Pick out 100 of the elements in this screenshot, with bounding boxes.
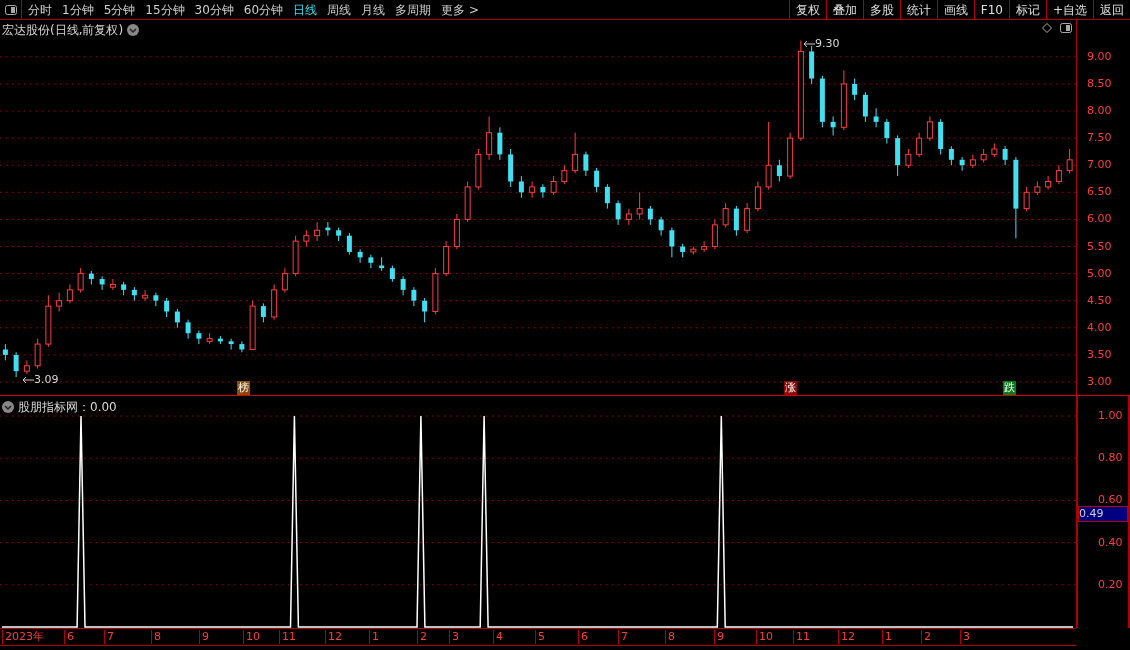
candlestick	[701, 240, 708, 253]
period-tab[interactable]: 5分钟	[103, 0, 136, 19]
toolbar-button[interactable]: 标记	[1008, 0, 1046, 19]
candlestick	[669, 227, 675, 258]
dropdown-icon[interactable]	[127, 24, 140, 36]
date-tick-label: 8	[151, 630, 161, 644]
toolbar-button[interactable]: 叠加	[825, 0, 863, 19]
period-tab[interactable]: 分时	[28, 0, 52, 19]
date-tick-label: 3	[960, 630, 970, 644]
candlestick	[153, 292, 159, 307]
candlestick	[1023, 186, 1030, 212]
candlestick	[690, 246, 697, 256]
event-badge: 涨	[784, 381, 797, 395]
candlestick	[45, 294, 52, 348]
date-tick-label: 8	[665, 630, 675, 644]
candlestick	[239, 340, 245, 353]
period-tab[interactable]: 日线	[293, 0, 318, 19]
price-tick-label: 4.00	[1087, 321, 1112, 334]
indicator-tick-label: 0.60	[1098, 494, 1123, 507]
candlestick	[314, 221, 321, 242]
candlestick	[185, 319, 191, 340]
candlestick	[809, 45, 815, 85]
panel-icon	[4, 5, 17, 15]
toolbar-button[interactable]: 返回	[1093, 0, 1130, 19]
toolbar-button[interactable]: F10	[973, 0, 1009, 19]
candlestick	[2, 343, 8, 361]
period-tab[interactable]: 月线	[361, 0, 386, 19]
date-tick-label: 11	[793, 630, 810, 644]
panel-icon[interactable]	[1060, 23, 1072, 33]
candlestick	[379, 256, 385, 272]
toolbar-button[interactable]: 画线	[936, 0, 974, 19]
candlestick	[303, 229, 310, 247]
candlestick	[711, 218, 718, 250]
arrow-icon	[803, 40, 815, 49]
candlestick	[422, 297, 428, 323]
candlestick	[142, 289, 149, 302]
candlestick	[938, 118, 944, 155]
candlestick	[389, 265, 395, 283]
candlestick	[206, 332, 213, 345]
arrow-icon	[22, 376, 34, 385]
candlestick	[787, 132, 794, 180]
candlestick	[1066, 148, 1073, 174]
toolbar-button[interactable]: 多股	[862, 0, 900, 19]
candlestick	[518, 175, 524, 199]
period-tab[interactable]: 多周期	[395, 0, 432, 19]
candlestick	[368, 254, 374, 269]
candlestick	[636, 191, 643, 220]
candlestick	[109, 278, 116, 291]
candlestick	[164, 297, 170, 318]
candlestick	[873, 107, 879, 128]
candlestick	[453, 213, 460, 250]
candlestick	[13, 351, 19, 378]
candlestick	[99, 275, 105, 291]
candlestick	[56, 292, 63, 313]
candlestick	[228, 338, 234, 350]
date-tick-label: 10	[756, 630, 773, 644]
period-tab[interactable]: 1分钟	[62, 0, 94, 19]
candlestick	[66, 283, 73, 304]
date-tick-label: 6	[578, 630, 588, 644]
date-tick-label: 1	[882, 630, 892, 644]
candlestick	[475, 148, 482, 191]
candlestick	[292, 235, 299, 277]
candlestick	[604, 183, 610, 210]
date-tick-label: 11	[279, 630, 296, 644]
candlestick	[281, 267, 288, 294]
indicator-tick-label: 0.80	[1098, 452, 1123, 465]
candlestick	[754, 181, 761, 212]
date-tick-label: 3	[449, 630, 459, 644]
diamond-icon[interactable]	[1042, 23, 1052, 33]
candlestick	[411, 286, 417, 307]
candlestick	[77, 267, 84, 294]
toolbar-button[interactable]: 统计	[899, 0, 937, 19]
price-tick-label: 7.50	[1087, 132, 1112, 145]
candlestick	[346, 232, 352, 256]
price-tick-label: 8.50	[1087, 77, 1112, 90]
toolbar-button[interactable]: +自选	[1045, 0, 1093, 19]
period-tab[interactable]: 更多 >	[441, 0, 479, 19]
candlestick	[271, 283, 278, 321]
event-badge: 跌	[1003, 381, 1016, 395]
toolbar-button[interactable]: 复权	[788, 0, 826, 19]
candlestick	[357, 248, 363, 264]
candlestick	[572, 132, 579, 174]
candlestick	[497, 126, 503, 161]
date-tick-label: 2023年	[2, 630, 44, 644]
date-tick-label: 4	[493, 630, 503, 644]
candlestick	[23, 359, 30, 375]
candlestick	[744, 202, 751, 234]
date-tick-label: 2	[921, 630, 931, 644]
candlestick	[991, 143, 998, 158]
period-tab[interactable]: 15分钟	[145, 0, 185, 19]
period-tab[interactable]: 30分钟	[194, 0, 234, 19]
date-tick-label: 1	[369, 630, 379, 644]
dropdown-icon[interactable]	[2, 401, 14, 413]
candlestick	[916, 132, 923, 158]
price-tick-label: 5.00	[1087, 267, 1112, 280]
period-tab[interactable]: 60分钟	[243, 0, 284, 19]
candlestick	[174, 308, 180, 329]
price-tick-label: 5.50	[1087, 240, 1112, 253]
period-tab[interactable]: 周线	[327, 0, 352, 19]
candlestick	[819, 75, 825, 128]
